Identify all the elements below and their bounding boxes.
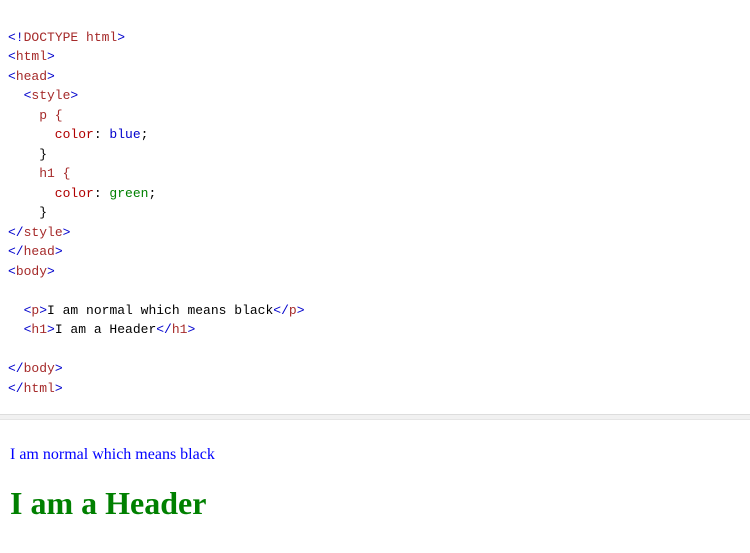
code-line: <p>I am normal which means black</p> [8,303,305,318]
code-line: color: blue; [8,127,148,142]
code-line: <head> [8,69,55,84]
code-line: <h1>I am a Header</h1> [8,322,195,337]
code-line: <!DOCTYPE html> [8,30,125,45]
code-line: <html> [8,49,55,64]
code-line: </style> [8,225,70,240]
rendered-paragraph: I am normal which means black [10,446,740,464]
code-editor: <!DOCTYPE html> <html> <head> <style> p … [0,0,750,406]
code-line: h1 { [8,166,70,181]
code-line: color: green; [8,186,156,201]
code-line: </body> [8,361,63,376]
code-line: <body> [8,264,55,279]
code-line: </html> [8,381,63,396]
code-line: </head> [8,244,63,259]
code-line: } [8,147,47,162]
code-line: p { [8,108,63,123]
rendered-heading: I am a Header [10,485,740,522]
code-line: } [8,205,47,220]
code-line: <style> [8,88,78,103]
render-output: I am normal which means black I am a Hea… [0,420,750,553]
